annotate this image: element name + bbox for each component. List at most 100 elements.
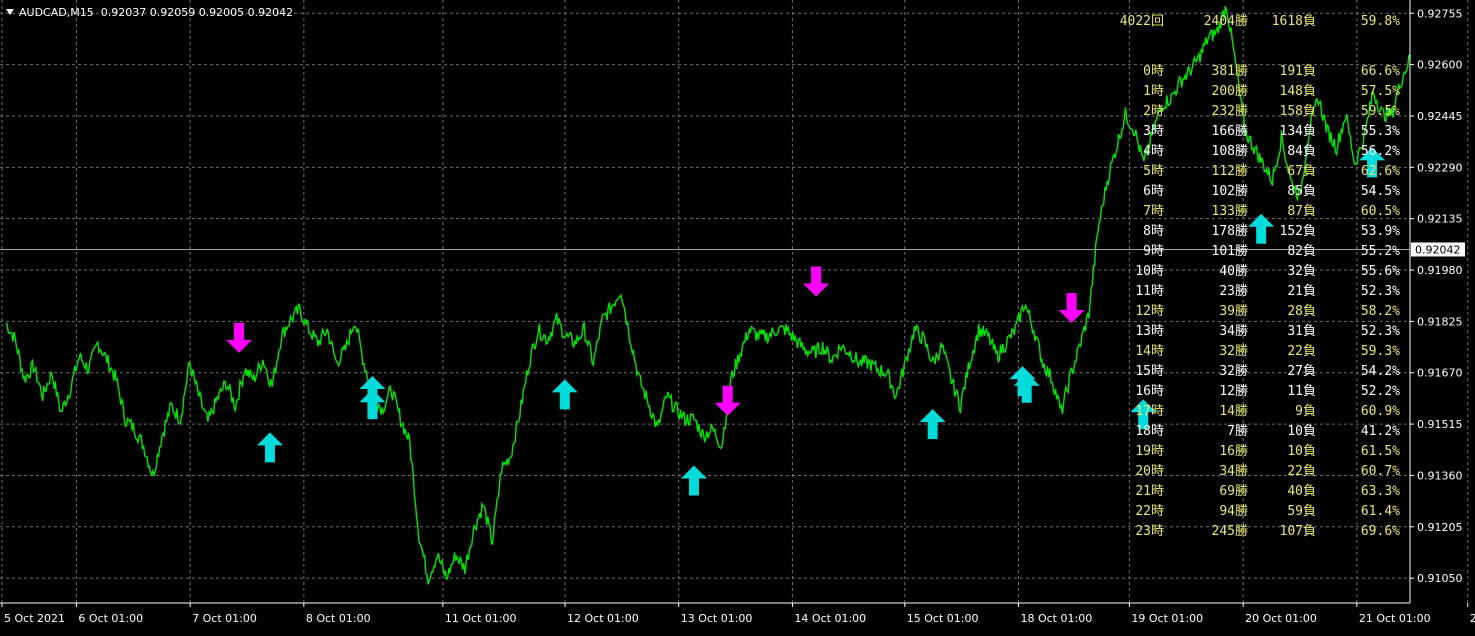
y-tick-label: 0.91515 xyxy=(1417,418,1463,431)
stat-rate: 61.5% xyxy=(1360,444,1400,459)
y-tick-label: 0.91205 xyxy=(1417,521,1463,534)
y-tick-label: 0.92600 xyxy=(1417,59,1463,72)
stat-hour: 12時 xyxy=(1135,304,1164,319)
y-tick-label: 0.92135 xyxy=(1417,213,1463,226)
x-tick-label: 19 Oct 01:00 xyxy=(1131,612,1203,625)
stat-wins: 232勝 xyxy=(1211,104,1248,119)
stat-losses: 27負 xyxy=(1287,364,1316,379)
stat-losses: 85負 xyxy=(1287,184,1316,199)
stat-hour: 4022回 xyxy=(1119,14,1164,29)
stat-hour: 10時 xyxy=(1135,264,1164,279)
collapse-triangle-icon[interactable] xyxy=(6,9,14,15)
stat-rate: 52.2% xyxy=(1360,384,1400,399)
stat-wins: 12勝 xyxy=(1219,384,1248,399)
stat-rate: 66.6% xyxy=(1360,64,1400,79)
stat-losses: 31負 xyxy=(1287,324,1316,339)
x-tick-label: 14 Oct 01:00 xyxy=(794,612,866,625)
stat-losses: 87負 xyxy=(1287,204,1316,219)
stat-wins: 14勝 xyxy=(1219,404,1248,419)
stat-wins: 32勝 xyxy=(1219,344,1248,359)
stat-rate: 54.2% xyxy=(1360,364,1400,379)
stat-rate: 55.6% xyxy=(1360,264,1400,279)
stat-wins: 133勝 xyxy=(1211,204,1248,219)
stat-wins: 245勝 xyxy=(1211,524,1248,539)
stat-wins: 94勝 xyxy=(1219,504,1248,519)
x-tick-label: 8 Oct 01:00 xyxy=(306,612,371,625)
stat-losses: 40負 xyxy=(1287,484,1316,499)
stat-hour: 17時 xyxy=(1135,404,1164,419)
stat-hour: 4時 xyxy=(1143,144,1164,159)
stat-wins: 101勝 xyxy=(1211,244,1248,259)
x-tick-label: 21 Oct 01:00 xyxy=(1359,612,1431,625)
y-tick-label: 0.91360 xyxy=(1417,469,1463,482)
ohlc-values: 0.92037 0.92059 0.92005 0.92042 xyxy=(100,6,294,19)
stat-rate: 60.5% xyxy=(1360,204,1400,219)
stat-wins: 69勝 xyxy=(1219,484,1248,499)
y-tick-label: 0.91670 xyxy=(1417,367,1463,380)
stat-hour: 8時 xyxy=(1143,224,1164,239)
stat-hour: 5時 xyxy=(1143,164,1164,179)
stat-wins: 34勝 xyxy=(1219,464,1248,479)
stat-rate: 54.5% xyxy=(1360,184,1400,199)
stat-wins: 200勝 xyxy=(1211,84,1248,99)
stat-wins: 39勝 xyxy=(1219,304,1248,319)
stat-losses: 67負 xyxy=(1287,164,1316,179)
stat-losses: 59負 xyxy=(1287,504,1316,519)
stat-hour: 16時 xyxy=(1135,384,1164,399)
stat-wins: 16勝 xyxy=(1219,444,1248,459)
stat-hour: 7時 xyxy=(1143,204,1164,219)
stat-wins: 32勝 xyxy=(1219,364,1248,379)
stat-rate: 61.4% xyxy=(1360,504,1400,519)
stat-hour: 18時 xyxy=(1135,424,1164,439)
stat-rate: 56.2% xyxy=(1360,144,1400,159)
stat-rate: 52.3% xyxy=(1360,324,1400,339)
stat-rate: 57.5% xyxy=(1360,84,1400,99)
x-tick-label: 15 Oct 01:00 xyxy=(907,612,979,625)
stat-losses: 22負 xyxy=(1287,464,1316,479)
stat-rate: 60.9% xyxy=(1360,404,1400,419)
stat-losses: 11負 xyxy=(1287,384,1316,399)
y-tick-label: 0.92755 xyxy=(1417,7,1463,20)
stat-hour: 6時 xyxy=(1143,184,1164,199)
stat-losses: 10負 xyxy=(1287,424,1316,439)
chart-window[interactable]: 0.92755 0.92600 0.92445 0.92290 0.92135 0.919… xyxy=(0,0,1475,632)
stat-rate: 59.3% xyxy=(1360,344,1400,359)
x-tick-label: 13 Oct 01:00 xyxy=(681,612,753,625)
stat-rate: 69.6% xyxy=(1360,524,1400,539)
stat-hour: 23時 xyxy=(1135,524,1164,539)
y-tick-label: 0.92445 xyxy=(1417,110,1463,123)
stat-hour: 2時 xyxy=(1143,104,1164,119)
stat-losses: 22負 xyxy=(1287,344,1316,359)
stat-rate: 59.5% xyxy=(1360,104,1400,119)
stat-hour: 3時 xyxy=(1143,124,1164,139)
stat-rate: 63.3% xyxy=(1360,484,1400,499)
stat-wins: 112勝 xyxy=(1211,164,1248,179)
stat-hour: 0時 xyxy=(1143,64,1164,79)
x-tick-label: 6 Oct 01:00 xyxy=(78,612,143,625)
symbol-label: AUDCAD,M15 xyxy=(19,6,94,19)
stat-hour: 20時 xyxy=(1135,464,1164,479)
stat-losses: 148負 xyxy=(1279,84,1316,99)
stat-wins: 381勝 xyxy=(1211,64,1248,79)
stat-losses: 10負 xyxy=(1287,444,1316,459)
stat-hour: 9時 xyxy=(1143,244,1164,259)
stat-losses: 82負 xyxy=(1287,244,1316,259)
stat-hour: 13時 xyxy=(1135,324,1164,339)
y-tick-label: 0.91050 xyxy=(1417,572,1463,585)
x-tick-label: 20 Oct 01:00 xyxy=(1245,612,1317,625)
stat-rate: 55.2% xyxy=(1360,244,1400,259)
chart-header: AUDCAD,M15 0.92037 0.92059 0.92005 0.920… xyxy=(6,6,293,19)
stat-hour: 15時 xyxy=(1135,364,1164,379)
stat-wins: 23勝 xyxy=(1219,284,1248,299)
stat-wins: 7勝 xyxy=(1227,424,1248,439)
stat-losses: 84負 xyxy=(1287,144,1316,159)
x-tick-label: 22 Oct 01:00 xyxy=(1470,612,1475,625)
stat-hour: 19時 xyxy=(1135,444,1164,459)
stat-wins: 2404勝 xyxy=(1203,14,1248,29)
stat-hour: 22時 xyxy=(1135,504,1164,519)
stat-wins: 178勝 xyxy=(1211,224,1248,239)
stat-hour: 11時 xyxy=(1135,284,1164,299)
x-tick-label: 11 Oct 01:00 xyxy=(445,612,517,625)
stat-losses: 9負 xyxy=(1295,404,1316,419)
stat-wins: 34勝 xyxy=(1219,324,1248,339)
